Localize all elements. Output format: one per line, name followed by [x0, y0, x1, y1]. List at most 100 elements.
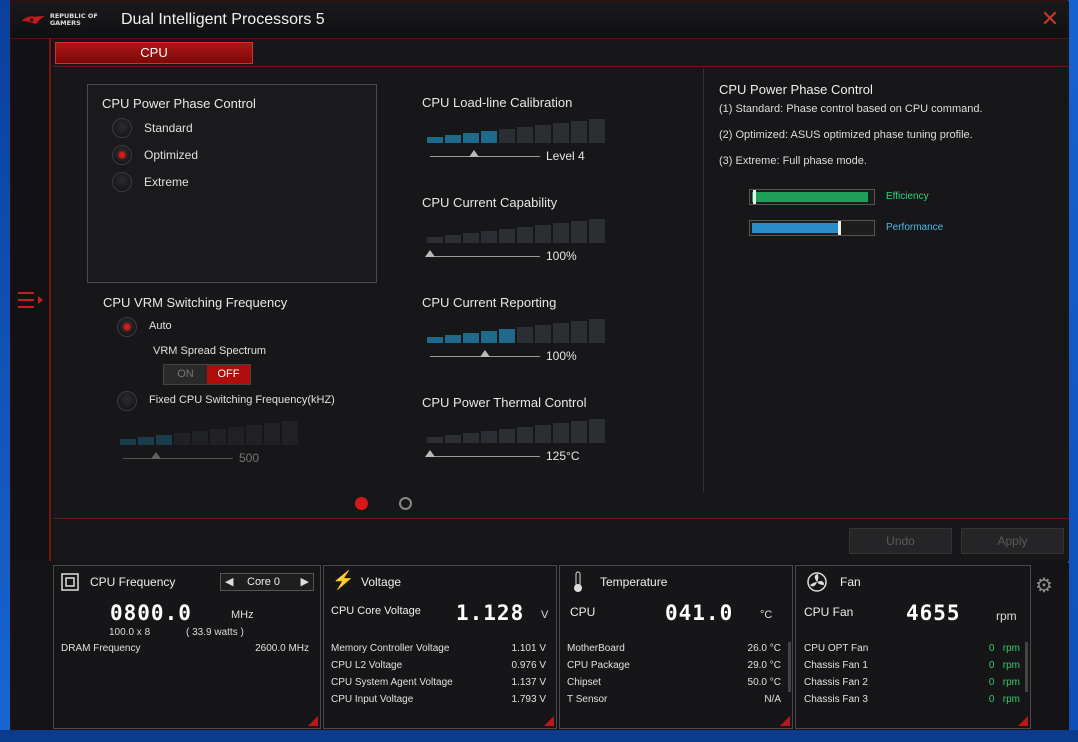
core-voltage-value: 1.128: [456, 601, 525, 625]
fan-title: Fan: [840, 575, 861, 589]
fan-row: Chassis Fan 3 0 rpm: [804, 694, 1020, 705]
cpu-frequency-unit: MHz: [231, 609, 254, 621]
slider-bar: [499, 229, 515, 243]
slider-bar: [264, 423, 280, 445]
rog-logo: REPUBLIC OF GAMERS: [21, 9, 117, 31]
fan-row-value: 0: [988, 643, 995, 654]
slider-thumb[interactable]: [151, 452, 161, 459]
radio-auto[interactable]: [117, 317, 137, 337]
slider-thumb[interactable]: [480, 350, 490, 357]
voltage-row-value: 1.101 V: [511, 643, 546, 654]
apply-button[interactable]: Apply: [961, 528, 1064, 554]
llc-slider[interactable]: Level 4: [422, 119, 612, 175]
core-prev-icon[interactable]: ◀: [225, 575, 233, 588]
slider-bar: [553, 423, 569, 443]
slider-bar: [192, 431, 208, 445]
voltage-panel: ⚡ Voltage CPU Core Voltage 1.128 V Memor…: [323, 565, 557, 729]
temperature-row-label: CPU Package: [567, 660, 630, 671]
thermal-control-slider[interactable]: 125°C: [422, 419, 612, 475]
close-button[interactable]: ✕: [1039, 8, 1061, 31]
slider-value: 100%: [546, 249, 577, 263]
left-sidebar: [11, 39, 51, 561]
slider-bars: [427, 119, 605, 143]
temperature-row-label: Chipset: [567, 677, 601, 688]
settings-gear-icon[interactable]: ⚙: [1035, 573, 1061, 599]
slider-thumb[interactable]: [425, 450, 435, 457]
slider-bar: [427, 437, 443, 443]
slider-bar: [481, 231, 497, 243]
fan-scrollbar[interactable]: [1025, 642, 1028, 692]
slider-thumb[interactable]: [425, 250, 435, 257]
radio-auto-label: Auto: [149, 320, 172, 332]
status-panel-bar: CPU Frequency ◀ Core 0 ▶ 0800.0 MHz 100.…: [11, 563, 1069, 731]
thermometer-icon: [574, 571, 582, 592]
slider-bar: [445, 335, 461, 343]
fixed-frequency-slider[interactable]: 500: [115, 421, 305, 477]
voltage-row-label: CPU System Agent Voltage: [331, 677, 453, 688]
core-voltage-label: CPU Core Voltage: [331, 605, 421, 617]
temperature-row-label: T Sensor: [567, 694, 608, 705]
logo-text: REPUBLIC OF GAMERS: [49, 12, 98, 27]
slider-bar: [138, 437, 154, 445]
slider-track: [430, 256, 540, 257]
core-next-icon[interactable]: ▶: [301, 575, 309, 588]
cpu-temp-value: 041.0: [665, 601, 734, 625]
temperature-row: CPU Package 29.0 °C: [567, 660, 781, 671]
page-dot-2[interactable]: [399, 497, 412, 510]
radio-standard[interactable]: [112, 118, 132, 138]
temperature-row-value: 26.0 °C: [747, 643, 781, 654]
slider-thumb[interactable]: [469, 150, 479, 157]
footer-divider: [53, 518, 1069, 519]
phase-control-title: CPU Power Phase Control: [102, 96, 256, 111]
temperature-scrollbar[interactable]: [788, 642, 791, 692]
spread-spectrum-toggle[interactable]: ON OFF: [163, 364, 251, 385]
voltage-row-label: CPU L2 Voltage: [331, 660, 403, 671]
current-reporting-slider[interactable]: 100%: [422, 319, 612, 375]
info-line-standard: (1) Standard: Phase control based on CPU…: [719, 103, 983, 115]
panel-resize-corner[interactable]: [1018, 716, 1028, 726]
thermal-control-title: CPU Power Thermal Control: [422, 395, 587, 410]
undo-button[interactable]: Undo: [849, 528, 952, 554]
core-selector[interactable]: ◀ Core 0 ▶: [220, 573, 314, 591]
menu-expand-icon[interactable]: [16, 289, 46, 311]
voltage-title: Voltage: [361, 575, 402, 589]
slider-bar: [589, 219, 605, 243]
slider-bars: [427, 319, 605, 343]
slider-bar: [499, 329, 515, 343]
radio-extreme-label: Extreme: [144, 175, 189, 189]
slider-bar: [535, 325, 551, 343]
current-capability-slider[interactable]: 100%: [422, 219, 612, 275]
spread-spectrum-label: VRM Spread Spectrum: [153, 345, 267, 357]
panel-resize-corner[interactable]: [308, 716, 318, 726]
panel-resize-corner[interactable]: [544, 716, 554, 726]
slider-bar: [589, 319, 605, 343]
temperature-panel: Temperature CPU 041.0 °C MotherBoard 26.0…: [559, 565, 793, 729]
toggle-off[interactable]: OFF: [207, 365, 250, 384]
slider-track: [430, 456, 540, 457]
slider-bar: [463, 433, 479, 443]
slider-bar: [535, 225, 551, 243]
radio-optimized[interactable]: [112, 145, 132, 165]
toggle-on[interactable]: ON: [164, 365, 207, 384]
slider-bar: [228, 427, 244, 445]
slider-track: [123, 458, 233, 459]
info-line-extreme: (3) Extreme: Full phase mode.: [719, 155, 867, 167]
slider-bar: [517, 427, 533, 443]
voltage-row-value: 1.137 V: [511, 677, 546, 688]
slider-bar: [553, 223, 569, 243]
slider-bar: [499, 429, 515, 443]
slider-bar: [210, 429, 226, 445]
lightning-icon: ⚡: [332, 570, 355, 590]
temperature-row: Chipset 50.0 °C: [567, 677, 781, 688]
vrm-frequency-title: CPU VRM Switching Frequency: [103, 295, 288, 310]
fixed-frequency-label: Fixed CPU Switching Frequency(kHZ): [149, 394, 335, 406]
tab-cpu[interactable]: CPU: [55, 42, 253, 64]
radio-extreme[interactable]: [112, 172, 132, 192]
page-dot-1[interactable]: [355, 497, 368, 510]
radio-fixed-frequency[interactable]: [117, 391, 137, 411]
vertical-divider: [703, 69, 704, 492]
slider-bar: [282, 421, 298, 445]
panel-resize-corner[interactable]: [780, 716, 790, 726]
rog-eye-icon: [21, 15, 45, 25]
temperature-row-value: 29.0 °C: [747, 660, 781, 671]
